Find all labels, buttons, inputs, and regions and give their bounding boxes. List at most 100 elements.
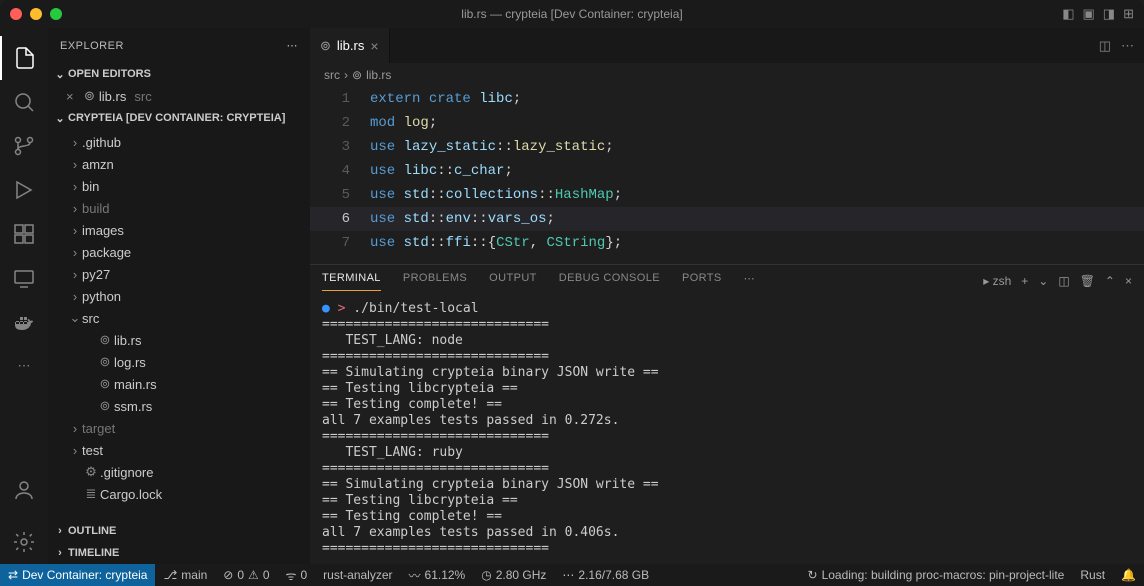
tab-label: lib.rs [337,38,364,53]
open-editors-label: OPEN EDITORS [68,68,151,80]
toggle-panel-icon[interactable]: ▣ [1083,6,1095,22]
activity-docker[interactable] [0,300,48,344]
toggle-secondary-sidebar-icon[interactable]: ◨ [1103,6,1115,22]
remote-indicator[interactable]: ⇄ Dev Container: crypteia [0,564,155,586]
folder-item[interactable]: ›test [48,439,310,461]
chevron-down-icon: ⌄ [52,68,68,81]
titlebar: lib.rs — crypteia [Dev Container: crypte… [0,0,1144,28]
close-panel-icon[interactable]: × [1125,274,1132,288]
activity-account[interactable] [0,468,48,512]
panel-more-icon[interactable]: ⋯ [744,272,755,291]
activity-more[interactable]: ⋯ [0,344,48,388]
terminal[interactable]: ● > ./bin/test-local====================… [310,297,1144,564]
customize-layout-icon[interactable]: ⊞ [1123,6,1134,22]
outline-label: OUTLINE [68,525,116,537]
breadcrumb-seg[interactable]: lib.rs [366,68,391,82]
activity-search[interactable] [0,80,48,124]
code-line[interactable]: 5use std::collections::HashMap; [310,183,1144,207]
activity-settings[interactable] [0,520,48,564]
activity-run-debug[interactable] [0,168,48,212]
terminal-line: == Simulating crypteia binary JSON write… [322,365,1132,381]
code-line[interactable]: 7use std::ffi::{CStr, CString}; [310,231,1144,255]
activity-remote[interactable] [0,256,48,300]
close-icon[interactable]: × [66,89,80,104]
minimize-window[interactable] [30,8,42,20]
file-item[interactable]: ⊚lib.rs [48,329,310,351]
activity-extensions[interactable] [0,212,48,256]
file-item[interactable]: ⊚log.rs [48,351,310,373]
mem-indicator[interactable]: ⋯2.16/7.68 GB [554,568,657,582]
activity-source-control[interactable] [0,124,48,168]
language-indicator[interactable]: Rust [1072,568,1113,582]
notifications-icon[interactable]: 🔔 [1113,568,1144,582]
project-label: CRYPTEIA [DEV CONTAINER: CRYPTEIA] [68,112,285,124]
gear-icon [12,530,36,554]
code-line[interactable]: 1extern crate libc; [310,87,1144,111]
file-item[interactable]: ≣Cargo.lock [48,483,310,505]
terminal-dropdown-icon[interactable]: ⌄ [1038,274,1048,288]
breadcrumb[interactable]: src › ⊚ lib.rs [310,63,1144,87]
loading-indicator[interactable]: ↻ Loading: building proc-macros: pin-pro… [800,568,1073,582]
file-item[interactable]: ⚙.gitignore [48,461,310,483]
window-title: lib.rs — crypteia [Dev Container: crypte… [461,7,682,21]
code-line[interactable]: 2mod log; [310,111,1144,135]
tree-item-label: .devcontainer [82,129,160,131]
tab-problems[interactable]: PROBLEMS [403,272,467,290]
folder-item[interactable]: ›python [48,285,310,307]
maximize-window[interactable] [50,8,62,20]
folder-item[interactable]: ›py27 [48,263,310,285]
terminal-line: == Simulating crypteia binary JSON write… [322,477,1132,493]
activity-explorer[interactable] [0,36,48,80]
rust-icon: ⊚ [320,38,331,54]
more-actions-icon[interactable]: ⋯ [1121,38,1134,54]
tab-lib-rs[interactable]: ⊚ lib.rs × [310,28,390,63]
toggle-primary-sidebar-icon[interactable]: ◧ [1062,6,1074,22]
cpu-indicator[interactable]: 〰61.12% [401,567,474,584]
file-item[interactable]: ⊚ssm.rs [48,395,310,417]
folder-item[interactable]: ›build [48,197,310,219]
folder-item[interactable]: ›target [48,417,310,439]
file-item[interactable]: ⊚main.rs [48,373,310,395]
outline-section[interactable]: › OUTLINE [48,520,310,542]
tab-terminal[interactable]: TERMINAL [322,272,381,291]
ports-indicator[interactable]: ᯤ0 [278,567,316,584]
code-line[interactable]: 4use libc::c_char; [310,159,1144,183]
branch-indicator[interactable]: ⎇ main [155,568,215,582]
close-icon[interactable]: × [370,38,378,54]
error-icon: ⊘ [223,568,233,582]
code-line[interactable]: 6use std::env::vars_os; [310,207,1144,231]
tab-ports[interactable]: PORTS [682,272,722,290]
folder-item[interactable]: ›package [48,241,310,263]
open-editor-item[interactable]: × ⊚ lib.rs src [48,85,310,107]
open-editors-section[interactable]: ⌄ OPEN EDITORS [48,63,310,85]
terminal-shell-indicator[interactable]: ▸ zsh [983,274,1011,288]
close-window[interactable] [10,8,22,20]
freq-indicator[interactable]: ◷2.80 GHz [473,568,554,582]
folder-item[interactable]: ⌄src [48,307,310,329]
code-line[interactable]: 3use lazy_static::lazy_static; [310,135,1144,159]
radio-icon: ᯤ [286,567,297,584]
new-terminal-icon[interactable]: + [1021,274,1028,288]
code-editor[interactable]: 1extern crate libc;2mod log;3use lazy_st… [310,87,1144,264]
lsp-label: rust-analyzer [323,568,392,582]
files-icon [13,46,37,70]
extensions-icon [12,222,36,246]
timeline-section[interactable]: › TIMELINE [48,542,310,564]
kill-terminal-icon[interactable]: 🗑 [1080,274,1095,288]
folder-item[interactable]: ›.github [48,131,310,153]
split-terminal-icon[interactable]: ◫ [1058,274,1069,288]
explorer-more-icon[interactable]: ⋯ [287,39,299,52]
chevron-icon: › [68,421,82,436]
folder-item[interactable]: ›amzn [48,153,310,175]
tab-debug-console[interactable]: DEBUG CONSOLE [559,272,660,290]
split-editor-icon[interactable]: ◫ [1099,38,1111,54]
maximize-panel-icon[interactable]: ⌃ [1105,274,1115,288]
folder-item[interactable]: ›bin [48,175,310,197]
lsp-indicator[interactable]: rust-analyzer [315,568,400,582]
folder-item[interactable]: ›images [48,219,310,241]
problems-indicator[interactable]: ⊘0 ⚠0 [215,568,277,582]
project-section[interactable]: ⌄ CRYPTEIA [DEV CONTAINER: CRYPTEIA] [48,107,310,129]
tab-output[interactable]: OUTPUT [489,272,537,290]
breadcrumb-seg[interactable]: src [324,68,340,82]
gauge-icon: ◷ [481,568,491,582]
